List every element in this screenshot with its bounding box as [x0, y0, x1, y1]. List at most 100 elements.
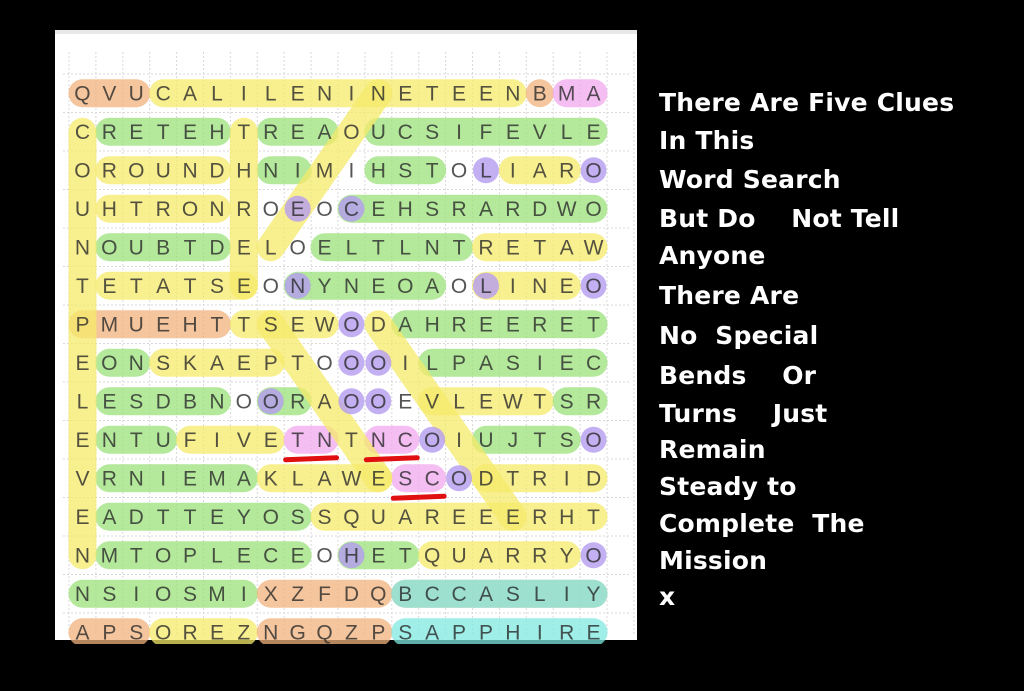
grid-letter[interactable]: E — [371, 275, 385, 298]
grid-letter[interactable]: E — [264, 429, 278, 452]
grid-letter[interactable]: R — [102, 159, 117, 182]
grid-letter[interactable]: S — [560, 390, 574, 413]
grid-letter[interactable]: O — [155, 544, 171, 567]
grid-letter[interactable]: L — [534, 583, 546, 606]
grid-letter[interactable]: T — [426, 159, 439, 182]
grid-letter[interactable]: E — [210, 621, 224, 644]
grid-letter[interactable]: D — [209, 236, 224, 259]
grid-letter[interactable]: W — [557, 198, 577, 221]
grid-letter[interactable]: T — [130, 544, 143, 567]
grid-letter[interactable]: A — [425, 621, 439, 644]
grid-letter[interactable]: T — [211, 313, 224, 336]
grid-letter[interactable]: T — [237, 121, 250, 144]
grid-letter[interactable]: E — [75, 429, 89, 452]
grid-letter[interactable]: E — [560, 275, 574, 298]
grid-letter[interactable]: S — [318, 506, 332, 529]
grid-letter[interactable]: U — [156, 429, 171, 452]
grid-letter[interactable]: E — [560, 313, 574, 336]
grid-letter[interactable]: P — [75, 313, 89, 336]
grid-letter[interactable]: C — [451, 583, 466, 606]
grid-letter[interactable]: I — [349, 159, 355, 182]
grid-letter[interactable]: I — [510, 159, 516, 182]
grid-letter[interactable]: C — [156, 82, 171, 105]
grid-letter[interactable]: L — [453, 390, 465, 413]
grid-letter[interactable]: S — [398, 159, 412, 182]
grid-letter[interactable]: O — [128, 159, 144, 182]
grid-letter[interactable]: U — [451, 544, 466, 567]
grid-letter[interactable]: S — [560, 429, 574, 452]
grid-letter[interactable]: A — [479, 352, 493, 375]
grid-letter[interactable]: Q — [74, 82, 90, 105]
grid-letter[interactable]: E — [102, 275, 116, 298]
grid-letter[interactable]: T — [76, 275, 89, 298]
grid-letter[interactable]: T — [184, 236, 197, 259]
grid-letter[interactable]: U — [129, 313, 144, 336]
grid-letter[interactable]: Y — [237, 506, 251, 529]
grid-letter[interactable]: D — [344, 583, 359, 606]
grid-letter[interactable]: K — [264, 467, 278, 490]
grid-letter[interactable]: C — [398, 121, 413, 144]
grid-letter[interactable]: N — [263, 159, 278, 182]
grid-letter[interactable]: E — [587, 621, 601, 644]
grid-letter[interactable]: R — [532, 544, 547, 567]
grid-letter[interactable]: I — [349, 82, 355, 105]
grid-letter[interactable]: E — [210, 506, 224, 529]
grid-letter[interactable]: E — [291, 544, 305, 567]
grid-letter[interactable]: D — [156, 390, 171, 413]
grid-letter[interactable]: O — [585, 198, 601, 221]
grid-letter[interactable]: S — [210, 275, 224, 298]
grid-letter[interactable]: Y — [560, 544, 574, 567]
grid-letter[interactable]: H — [209, 121, 224, 144]
grid-letter[interactable]: H — [344, 544, 359, 567]
grid-letter[interactable]: E — [371, 198, 385, 221]
grid-letter[interactable]: O — [343, 313, 359, 336]
grid-letter[interactable]: U — [75, 198, 90, 221]
grid-letter[interactable]: N — [425, 236, 440, 259]
grid-letter[interactable]: R — [532, 467, 547, 490]
grid-letter[interactable]: R — [451, 313, 466, 336]
grid-letter[interactable]: I — [537, 621, 543, 644]
grid-letter[interactable]: H — [371, 159, 386, 182]
grid-letter[interactable]: M — [101, 544, 119, 567]
grid-letter[interactable]: E — [452, 506, 466, 529]
grid-letter[interactable]: U — [129, 82, 144, 105]
grid-letter[interactable]: N — [182, 159, 197, 182]
grid-letter[interactable]: V — [533, 121, 547, 144]
grid-letter[interactable]: S — [425, 198, 439, 221]
grid-letter[interactable]: F — [480, 121, 493, 144]
grid-letter[interactable]: O — [101, 236, 117, 259]
grid-letter[interactable]: T — [453, 236, 466, 259]
grid-letter[interactable]: E — [506, 506, 520, 529]
grid-letter[interactable]: T — [130, 275, 143, 298]
grid-letter[interactable]: O — [101, 352, 117, 375]
grid-letter[interactable]: R — [425, 506, 440, 529]
grid-letter[interactable]: N — [317, 82, 332, 105]
grid-letter[interactable]: N — [344, 275, 359, 298]
grid-letter[interactable]: R — [532, 506, 547, 529]
grid-letter[interactable]: U — [129, 236, 144, 259]
grid-letter[interactable]: R — [586, 390, 601, 413]
grid-letter[interactable]: H — [559, 506, 574, 529]
grid-letter[interactable]: A — [587, 82, 601, 105]
grid-letter[interactable]: O — [585, 544, 601, 567]
grid-letter[interactable]: A — [183, 82, 197, 105]
grid-letter[interactable]: T — [399, 544, 412, 567]
grid-letter[interactable]: O — [263, 275, 279, 298]
grid-letter[interactable]: M — [208, 467, 226, 490]
grid-letter[interactable]: A — [318, 467, 332, 490]
grid-letter[interactable]: B — [533, 82, 547, 105]
grid-letter[interactable]: N — [290, 275, 305, 298]
grid-letter[interactable]: A — [156, 275, 170, 298]
grid-letter[interactable]: H — [236, 159, 251, 182]
grid-letter[interactable]: E — [237, 236, 251, 259]
grid-letter[interactable]: O — [370, 390, 386, 413]
grid-letter[interactable]: T — [184, 506, 197, 529]
grid-letter[interactable]: P — [183, 544, 197, 567]
grid-letter[interactable]: P — [452, 621, 466, 644]
grid-letter[interactable]: C — [263, 544, 278, 567]
grid-letter[interactable]: S — [291, 506, 305, 529]
grid-letter[interactable]: E — [129, 121, 143, 144]
grid-letter[interactable]: I — [214, 429, 220, 452]
grid-letter[interactable]: R — [263, 121, 278, 144]
grid-letter[interactable]: C — [425, 467, 440, 490]
